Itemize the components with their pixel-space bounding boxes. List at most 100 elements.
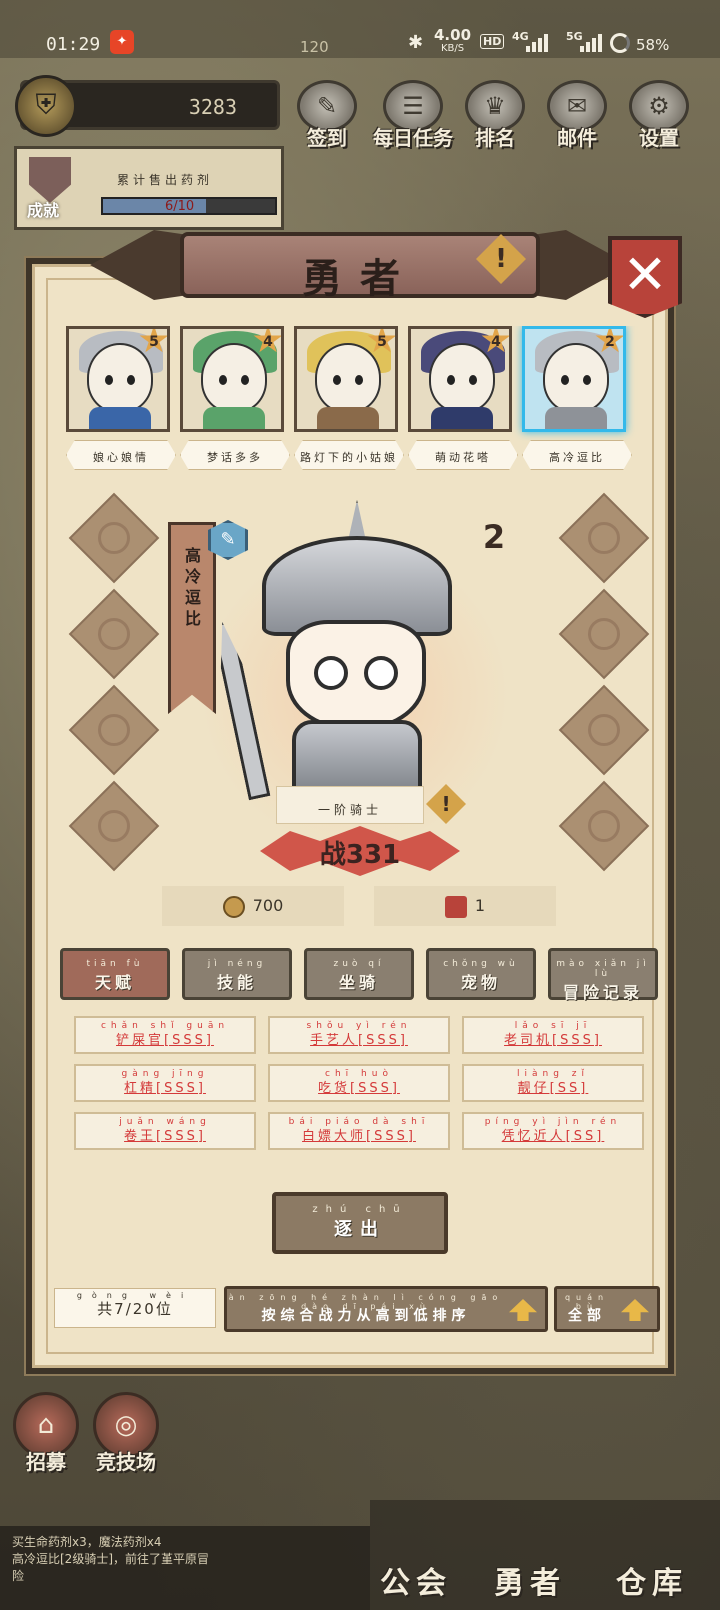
trait-label: 靓仔[SS] [517, 1081, 589, 1096]
tab-item[interactable]: chǒng wù 宠物 [426, 948, 536, 1000]
filter-button[interactable]: quán bù 全部 [554, 1286, 660, 1332]
tab-item[interactable]: jì néng 技能 [182, 948, 292, 1000]
tab-warehouse[interactable]: 仓库 [616, 1558, 688, 1602]
hero-card-name: 高冷逗比 [522, 440, 632, 470]
menu-item[interactable]: ⚙ 设置 [620, 80, 698, 151]
trait-item[interactable]: lǎo sī jī 老司机[SSS] [462, 1016, 644, 1054]
hero-card-name: 梦话多多 [180, 440, 290, 470]
menu-item-label: 设置 [639, 126, 679, 150]
hero-card[interactable]: 2 高冷逗比 [522, 326, 632, 470]
hero-card-name: 萌动花嗒 [408, 440, 518, 470]
menu-item[interactable]: ☰ 每日任务 [373, 80, 453, 151]
hero-body [431, 407, 493, 429]
hero-card[interactable]: 4 萌动花嗒 [408, 326, 518, 470]
bottom-nav-label: 竞技场 [96, 1450, 156, 1474]
menu-item[interactable]: ✉ 邮件 [538, 80, 616, 151]
ticket-icon [444, 895, 467, 918]
status-bar: 01:29 ✦ 120 ✱ 4.00 KB/S HD 4G 5G 58% [0, 0, 720, 58]
hero-card[interactable]: 4 梦话多多 [180, 326, 290, 470]
hero-card-portrait: 5 [66, 326, 170, 432]
shield-emblem-icon: ⛨ [15, 75, 77, 137]
arrow-up-icon [509, 1299, 537, 1321]
menu-item-label: 每日任务 [373, 126, 453, 150]
status-time: 01:29 [46, 34, 101, 55]
close-button[interactable]: ✕ [608, 236, 682, 318]
hero-face [87, 343, 153, 413]
tab-item[interactable]: tiān fù 天赋 [60, 948, 170, 1000]
trait-item[interactable]: chī huò 吃货[SSS] [268, 1064, 450, 1102]
menu-item-label: 邮件 [557, 126, 597, 150]
menu-item[interactable]: ✎ 签到 [288, 80, 366, 151]
hero-job-plate: 一阶骑士 [276, 786, 424, 824]
hero-card-portrait: 5 [294, 326, 398, 432]
tab-item[interactable]: mào xiǎn jì lù 冒险记录 [548, 948, 658, 1002]
expel-pinyin: zhú chū [312, 1204, 408, 1215]
tab-pinyin: jì néng [207, 959, 267, 969]
tab-guild[interactable]: 公会 [380, 1558, 452, 1602]
menu-item[interactable]: ♛ 排名 [456, 80, 534, 151]
sort-button[interactable]: àn zōng hé zhàn lì cóng gāo dào dī pái x… [224, 1286, 548, 1332]
trait-item[interactable]: chǎn shǐ guān 铲屎官[SSS] [74, 1016, 256, 1054]
hero-count-label: 共7/20位 [97, 1300, 173, 1318]
trait-label: 老司机[SSS] [504, 1033, 602, 1048]
score-value: 3283 [188, 95, 237, 119]
hero-face [315, 343, 381, 413]
hero-face [286, 620, 426, 730]
hero-body [545, 407, 607, 429]
hero-list[interactable]: 5 娘心娘情 4 梦话多多 5 路灯下的小姑娘 4 萌动花嗒 2 高冷逗比 [66, 326, 660, 476]
log-line: 险 [12, 1569, 25, 1583]
combat-power-value: 331 [345, 840, 401, 870]
hero-body [317, 407, 379, 429]
hero-name-vertical: 高冷逗比 [184, 546, 201, 628]
arrow-up-icon [621, 1299, 649, 1321]
trait-item[interactable]: gàng jīng 杠精[SSS] [74, 1064, 256, 1102]
trait-item[interactable]: shǒu yì rén 手艺人[SSS] [268, 1016, 450, 1054]
trait-item[interactable]: bái piáo dà shī 白嫖大师[SSS] [268, 1112, 450, 1150]
gold-cost-box: 700 [162, 886, 344, 926]
battery-icon [610, 33, 630, 53]
achievement-progress: 6/10 [101, 197, 277, 215]
resource-count: 120 [300, 38, 329, 56]
trait-item[interactable]: píng yì jìn rén 凭忆近人[SS] [462, 1112, 644, 1150]
filter-label: 全部 [568, 1308, 606, 1324]
bottom-nav-item[interactable]: ◎ 竞技场 [86, 1392, 166, 1475]
expel-button[interactable]: zhú chū 逐出 [272, 1192, 448, 1254]
hero-card-name: 路灯下的小姑娘 [294, 440, 404, 470]
tab-heroes[interactable]: 勇者 [494, 1558, 566, 1602]
trait-label: 吃货[SSS] [318, 1081, 400, 1096]
hero-card[interactable]: 5 路灯下的小姑娘 [294, 326, 404, 470]
hero-card[interactable]: 5 娘心娘情 [66, 326, 176, 470]
bottom-nav-item[interactable]: ⌂ 招募 [6, 1392, 86, 1475]
signal-bars-icon [526, 34, 548, 52]
log-line: 买生命药剂x3，魔法药剂x4 [12, 1535, 162, 1549]
hero-card-portrait: 2 [522, 326, 626, 432]
bottom-tab-bar: 公会 勇者 仓库 [370, 1500, 720, 1610]
hero-rank-value: 2 [482, 518, 506, 556]
achievement-panel[interactable]: 成就 累计售出药剂 6/10 [14, 146, 284, 230]
tab-pinyin: mào xiǎn jì lù [556, 959, 650, 979]
hero-card-portrait: 4 [180, 326, 284, 432]
gold-cost-value: 700 [252, 896, 284, 915]
tab-pinyin: chǒng wù [443, 959, 519, 969]
hero-portrait [200, 500, 510, 850]
trait-label: 凭忆近人[SS] [501, 1129, 605, 1144]
bottom-nav-label: 招募 [26, 1450, 66, 1474]
hero-job: 一阶骑士 [317, 803, 382, 817]
network-speed: 4.00 KB/S [434, 26, 472, 55]
trait-label: 手艺人[SSS] [310, 1033, 408, 1048]
hero-name-banner: 高冷逗比 [168, 522, 216, 714]
hero-body [89, 407, 151, 429]
hero-face [201, 343, 267, 413]
combat-power-prefix: 战 [319, 840, 346, 870]
trait-label: 铲屎官[SSS] [116, 1033, 214, 1048]
sort-label: 按综合战力从高到低排序 [261, 1308, 471, 1324]
hd-icon: HD [480, 34, 505, 49]
menu-item-label: 签到 [307, 126, 347, 150]
achievement-task: 累计售出药剂 [117, 173, 214, 187]
trait-item[interactable]: juǎn wáng 卷王[SSS] [74, 1112, 256, 1150]
panel-title-banner: 勇者 ! [90, 220, 610, 310]
tab-pinyin: tiān fù [86, 959, 144, 969]
trait-item[interactable]: liàng zǐ 靓仔[SS] [462, 1064, 644, 1102]
tab-item[interactable]: zuò qí 坐骑 [304, 948, 414, 1000]
gold-coin-icon [222, 895, 245, 918]
